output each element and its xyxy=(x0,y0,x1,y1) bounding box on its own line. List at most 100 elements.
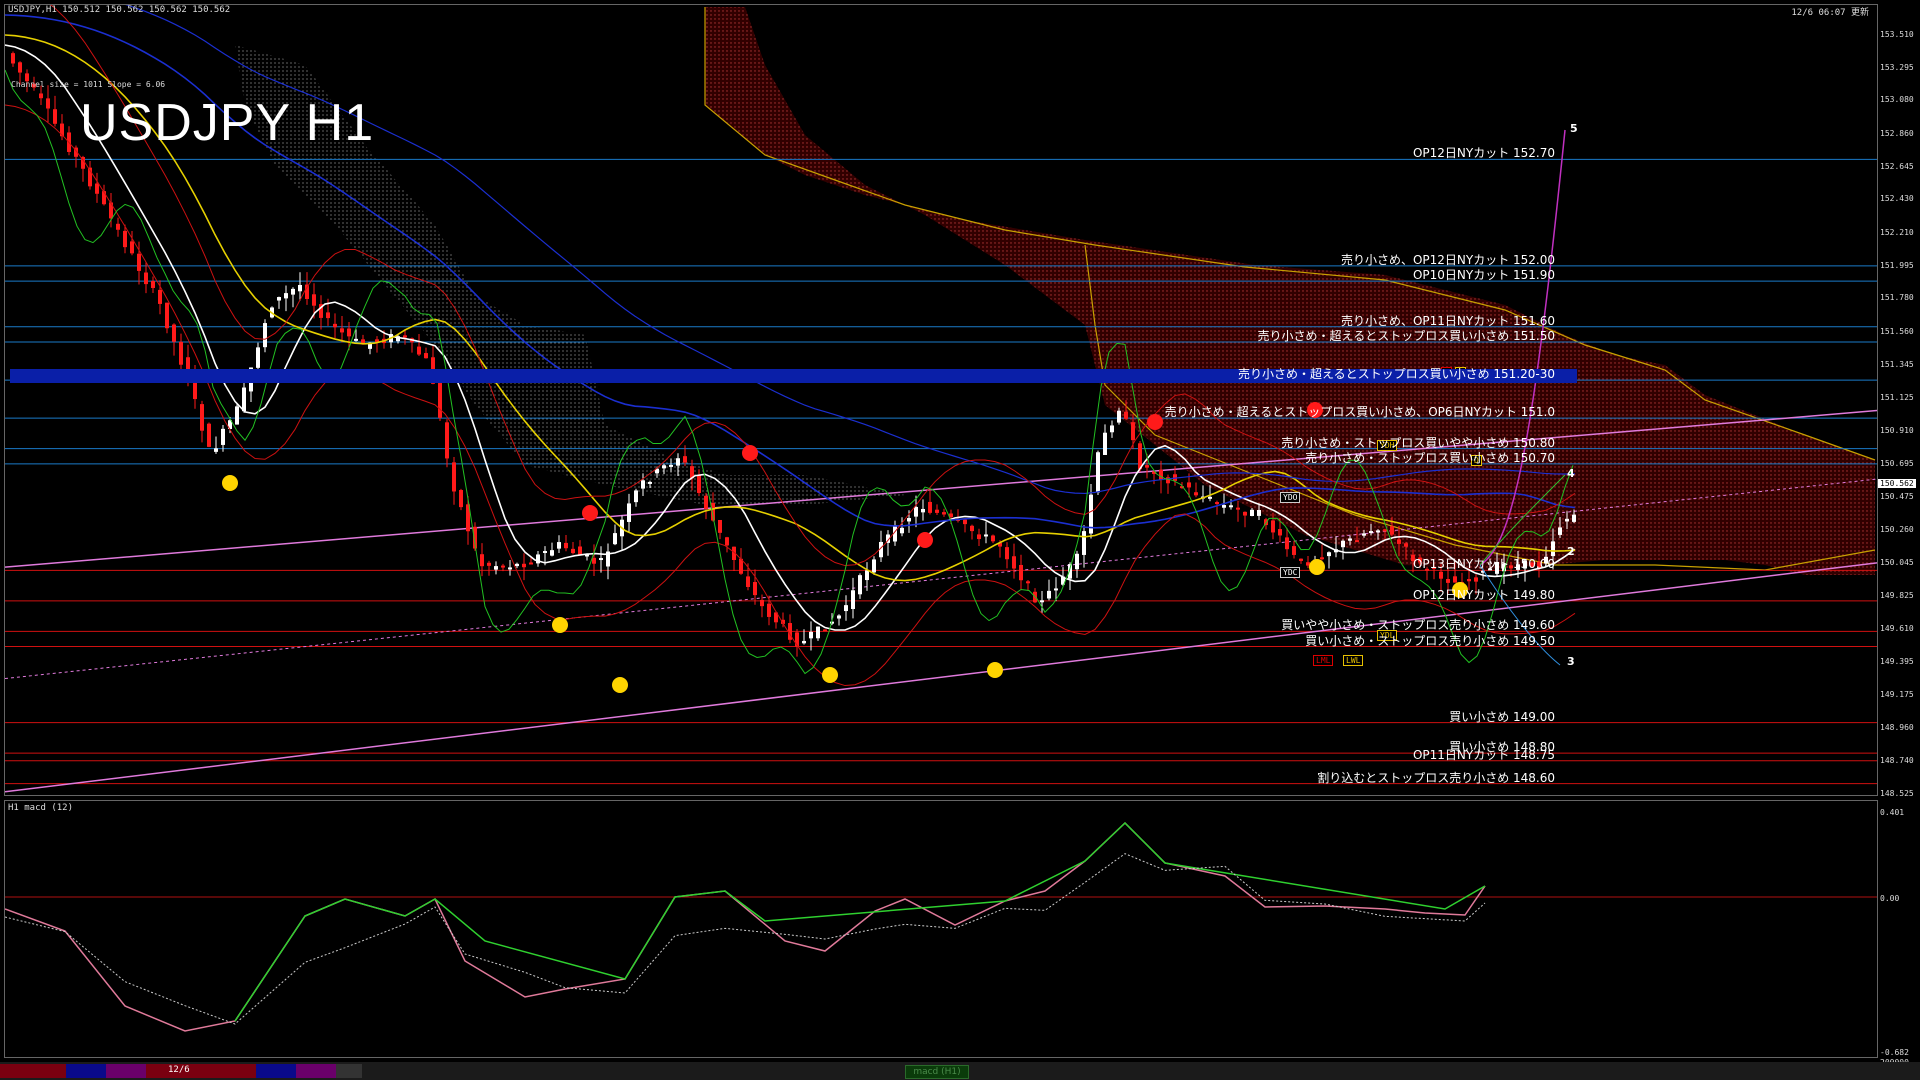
candle-body xyxy=(571,548,575,554)
candle-body xyxy=(340,328,344,333)
candle-body xyxy=(648,481,652,484)
level-label: OP10日NYカット 151.90 xyxy=(1412,268,1555,283)
price-axis[interactable]: 153.510 153.295 153.080 152.860 152.645 152.4… xyxy=(1878,4,1920,798)
candle-body xyxy=(1369,531,1373,534)
candle-body xyxy=(403,335,407,338)
signal-marker xyxy=(742,445,758,461)
candle-body xyxy=(543,551,547,554)
tab-1[interactable] xyxy=(0,1064,66,1078)
candle-body xyxy=(144,272,148,285)
price-tick: 151.125 xyxy=(1880,393,1914,403)
tab-date: 12/6 xyxy=(168,1065,190,1075)
candle-body xyxy=(1131,422,1135,441)
candle-body xyxy=(1257,509,1261,516)
candle-body xyxy=(1467,579,1471,582)
candle-body xyxy=(1117,410,1121,423)
price-tick: 148.525 xyxy=(1880,789,1914,798)
candle-body xyxy=(844,605,848,612)
price-tick: 152.645 xyxy=(1880,161,1914,171)
marker-box: YDO xyxy=(1280,492,1301,503)
price-tick: 149.395 xyxy=(1880,656,1914,666)
price-tick: 148.740 xyxy=(1880,756,1914,766)
candle-body xyxy=(1124,411,1128,419)
chart-title: USDJPY H1 xyxy=(80,94,375,152)
candle-body xyxy=(697,475,701,493)
level-label: OP12日NYカット 149.80 xyxy=(1412,587,1555,602)
candle-body xyxy=(858,575,862,595)
candle-body xyxy=(1026,581,1030,584)
level-label: 売り小さめ・超えるとストップロス買い小さめ 151.20-30 xyxy=(1237,367,1555,382)
candle-body xyxy=(1362,533,1366,536)
candle-body xyxy=(1159,469,1163,480)
candle-body xyxy=(18,62,22,73)
candle-body xyxy=(1103,432,1107,455)
candle-body xyxy=(1194,492,1198,496)
tab-6[interactable] xyxy=(296,1064,336,1078)
trendline-lower xyxy=(5,562,1877,793)
candle-body xyxy=(725,537,729,546)
signal-marker xyxy=(1309,559,1325,575)
candle-body xyxy=(1551,541,1555,557)
signal-marker xyxy=(612,677,628,693)
candle-body xyxy=(557,542,561,549)
candle-body xyxy=(522,563,526,568)
candle-body xyxy=(95,183,99,194)
candle-body xyxy=(137,253,141,271)
price-tick: 149.175 xyxy=(1880,690,1914,700)
candle-body xyxy=(452,462,456,492)
candle-body xyxy=(207,423,211,447)
macd-axis[interactable]: 0.4010.00-0.682200000 xyxy=(1878,800,1920,1067)
tab-4[interactable] xyxy=(146,1064,256,1078)
candle-body xyxy=(1327,552,1331,557)
candle-body xyxy=(1222,505,1226,508)
candle-body xyxy=(1348,538,1352,541)
tab-2[interactable] xyxy=(66,1064,106,1078)
channel-info: Channel size = 1011 Slope = 6.06 xyxy=(11,80,166,89)
candle-body xyxy=(1012,556,1016,569)
price-tick: 153.295 xyxy=(1880,62,1914,72)
level-label: 売り小さめ・ストップロス買い小さめ 150.70 xyxy=(1305,450,1555,465)
signal-marker xyxy=(987,662,1003,678)
candle-body xyxy=(914,506,918,517)
candle-body xyxy=(1383,529,1387,532)
candle-body xyxy=(1096,452,1100,493)
candle-body xyxy=(578,546,582,555)
price-tick: 149.610 xyxy=(1880,623,1914,633)
tab-3[interactable] xyxy=(106,1064,146,1078)
tab-7[interactable] xyxy=(336,1064,362,1078)
candle-body xyxy=(1341,540,1345,548)
price-tick: 150.695 xyxy=(1880,458,1914,468)
candle-body xyxy=(1068,564,1072,579)
level-label: OP12日NYカット 152.70 xyxy=(1412,146,1555,161)
macd-canvas xyxy=(5,821,1877,1032)
candle-body xyxy=(333,323,337,328)
candle-body xyxy=(1215,502,1219,505)
candle-body xyxy=(347,328,351,337)
signal-marker xyxy=(822,667,838,683)
candle-body xyxy=(1404,543,1408,547)
price-tick: 151.780 xyxy=(1880,293,1914,303)
candle-body xyxy=(480,554,484,567)
candle-body xyxy=(816,626,820,639)
candle-body xyxy=(935,509,939,513)
macd-tab[interactable]: macd (H1) xyxy=(905,1065,969,1079)
candle-body xyxy=(151,281,155,288)
candle-body xyxy=(1082,531,1086,555)
candle-body xyxy=(704,495,708,509)
macd-title: H1 macd (12) xyxy=(8,803,74,813)
candle-body xyxy=(865,570,869,581)
level-label: OP13日NYカット 150.00 xyxy=(1412,557,1555,572)
price-tick: 153.080 xyxy=(1880,95,1914,105)
wave-label: 5 xyxy=(1570,122,1578,135)
tab-5[interactable] xyxy=(256,1064,296,1078)
macd-pane[interactable]: H1 macd (12) xyxy=(4,800,1878,1058)
main-chart-pane[interactable]: USDJPY,H1 150.512 150.562 150.562 150.56… xyxy=(4,4,1878,796)
candle-body xyxy=(130,241,134,254)
signal-marker xyxy=(222,475,238,491)
candle-body xyxy=(1250,509,1254,516)
candle-body xyxy=(284,293,288,299)
level-label: 買い小さめ・ストップロス売り小さめ 149.50 xyxy=(1305,633,1555,648)
price-tick: 152.430 xyxy=(1880,194,1914,204)
level-label: 買い小さめ 149.00 xyxy=(1449,709,1555,724)
macd-tick: -0.682 xyxy=(1880,1048,1909,1057)
